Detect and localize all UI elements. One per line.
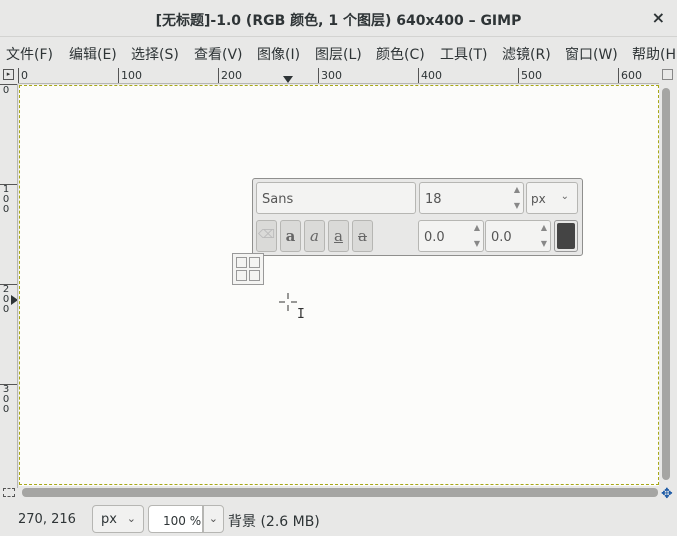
kerning-field[interactable]: 0.0 ▲ ▼ — [485, 220, 551, 252]
menu-select[interactable]: 选择(S) — [131, 44, 179, 64]
menu-edit[interactable]: 编辑(E) — [69, 44, 117, 64]
ruler-label: 400 — [421, 69, 442, 82]
quick-mask-icon[interactable] — [3, 488, 15, 497]
unit-select[interactable]: px ⌄ — [92, 505, 144, 533]
ruler-tick — [318, 68, 319, 83]
menubar: 文件(F) 编辑(E) 选择(S) 查看(V) 图像(I) 图层(L) 颜色(C… — [0, 38, 677, 67]
font-size-value: 18 — [425, 192, 442, 207]
text-cursor-icon: I — [297, 307, 305, 322]
zoom-dropdown-button[interactable]: ⌄ — [203, 505, 224, 533]
menu-image[interactable]: 图像(I) — [257, 44, 300, 64]
text-tool-style-editor: Sans 18 ▲ ▼ px ⌄ ⌫ a a a a 0.0 ▲ ▼ 0.0 ▲… — [252, 178, 583, 256]
zoom-input[interactable]: 100 % — [148, 505, 203, 533]
window-title: [无标题]-1.0 (RGB 颜色, 1 个图层) 640x400 – GIMP — [155, 13, 522, 29]
menu-filters[interactable]: 滤镜(R) — [502, 44, 551, 64]
text-box-handle-icon[interactable] — [232, 253, 264, 285]
kerning-value: 0.0 — [491, 230, 512, 245]
strikethrough-button[interactable]: a — [352, 220, 373, 252]
spin-down-icon[interactable]: ▼ — [514, 201, 520, 210]
menu-help[interactable]: 帮助(H) — [632, 44, 677, 64]
menu-file[interactable]: 文件(F) — [6, 44, 53, 64]
unit-value: px — [101, 512, 117, 527]
close-icon[interactable]: × — [652, 8, 665, 27]
spin-down-icon[interactable]: ▼ — [474, 239, 480, 248]
clear-style-button[interactable]: ⌫ — [256, 220, 277, 252]
ruler-label: 300 — [321, 69, 342, 82]
vertical-scrollbar[interactable] — [662, 88, 670, 480]
unit-value: px — [531, 192, 546, 206]
menu-tools[interactable]: 工具(T) — [440, 44, 487, 64]
grid-cell — [249, 257, 260, 268]
underline-button[interactable]: a — [328, 220, 349, 252]
text-color-button[interactable] — [554, 220, 578, 252]
spin-down-icon[interactable]: ▼ — [541, 239, 547, 248]
ruler-tick — [518, 68, 519, 83]
ruler-label: 200 — [221, 69, 242, 82]
baseline-value: 0.0 — [424, 230, 445, 245]
chevron-down-icon: ⌄ — [126, 512, 136, 525]
pointer-marker-icon — [11, 295, 17, 305]
horizontal-scrollbar[interactable] — [22, 488, 658, 497]
ruler-tick — [618, 68, 619, 83]
ruler-tick — [0, 84, 17, 85]
ruler-tick — [218, 68, 219, 83]
ruler-label: 500 — [521, 69, 542, 82]
statusbar: 270, 216 px ⌄ 100 % ⌄ 背景 (2.6 MB) — [0, 500, 677, 536]
spin-up-icon[interactable]: ▲ — [541, 223, 547, 232]
pointer-marker-icon — [283, 76, 293, 83]
menu-colors[interactable]: 颜色(C) — [376, 44, 425, 64]
menu-view[interactable]: 查看(V) — [194, 44, 243, 64]
ruler-tick — [0, 284, 17, 285]
chevron-down-icon: ⌄ — [560, 191, 569, 202]
font-field[interactable]: Sans — [256, 182, 416, 214]
image-canvas[interactable] — [19, 85, 659, 486]
vertical-ruler[interactable]: 0 100 200 300 — [0, 84, 18, 488]
color-swatch — [557, 223, 575, 249]
baseline-offset-field[interactable]: 0.0 ▲ ▼ — [418, 220, 484, 252]
grid-cell — [236, 270, 247, 281]
ruler-label: 0 — [2, 85, 10, 96]
spin-up-icon[interactable]: ▲ — [474, 223, 480, 232]
chevron-down-icon: ⌄ — [208, 512, 218, 525]
ruler-label: 100 — [2, 184, 10, 215]
italic-button[interactable]: a — [304, 220, 325, 252]
ruler-label: 200 — [2, 284, 10, 315]
pointer-coordinates: 270, 216 — [18, 512, 76, 527]
menu-windows[interactable]: 窗口(W) — [565, 44, 618, 64]
ruler-tick — [0, 184, 17, 185]
menu-layer[interactable]: 图层(L) — [315, 44, 362, 64]
ruler-tick — [0, 384, 17, 385]
ruler-label: 300 — [2, 384, 10, 415]
crosshair-cursor-icon — [279, 293, 297, 311]
ruler-tick — [118, 68, 119, 83]
grid-cell — [249, 270, 260, 281]
ruler-tick — [418, 68, 419, 83]
ruler-tick — [18, 68, 19, 83]
layer-info: 背景 (2.6 MB) — [228, 514, 320, 530]
font-size-unit-select[interactable]: px ⌄ — [526, 182, 578, 214]
ruler-label: 0 — [21, 69, 28, 82]
bold-button[interactable]: a — [280, 220, 301, 252]
menu-arrow-icon[interactable]: ▸ — [3, 69, 14, 80]
window-titlebar: [无标题]-1.0 (RGB 颜色, 1 个图层) 640x400 – GIMP… — [0, 0, 677, 37]
horizontal-ruler[interactable]: 0 100 200 300 400 500 600 — [18, 68, 659, 84]
grid-cell — [236, 257, 247, 268]
zoom-fit-icon[interactable] — [662, 69, 673, 80]
ruler-label: 600 — [621, 69, 642, 82]
font-size-field[interactable]: 18 ▲ ▼ — [419, 182, 524, 214]
ruler-label: 100 — [121, 69, 142, 82]
spin-up-icon[interactable]: ▲ — [514, 185, 520, 194]
